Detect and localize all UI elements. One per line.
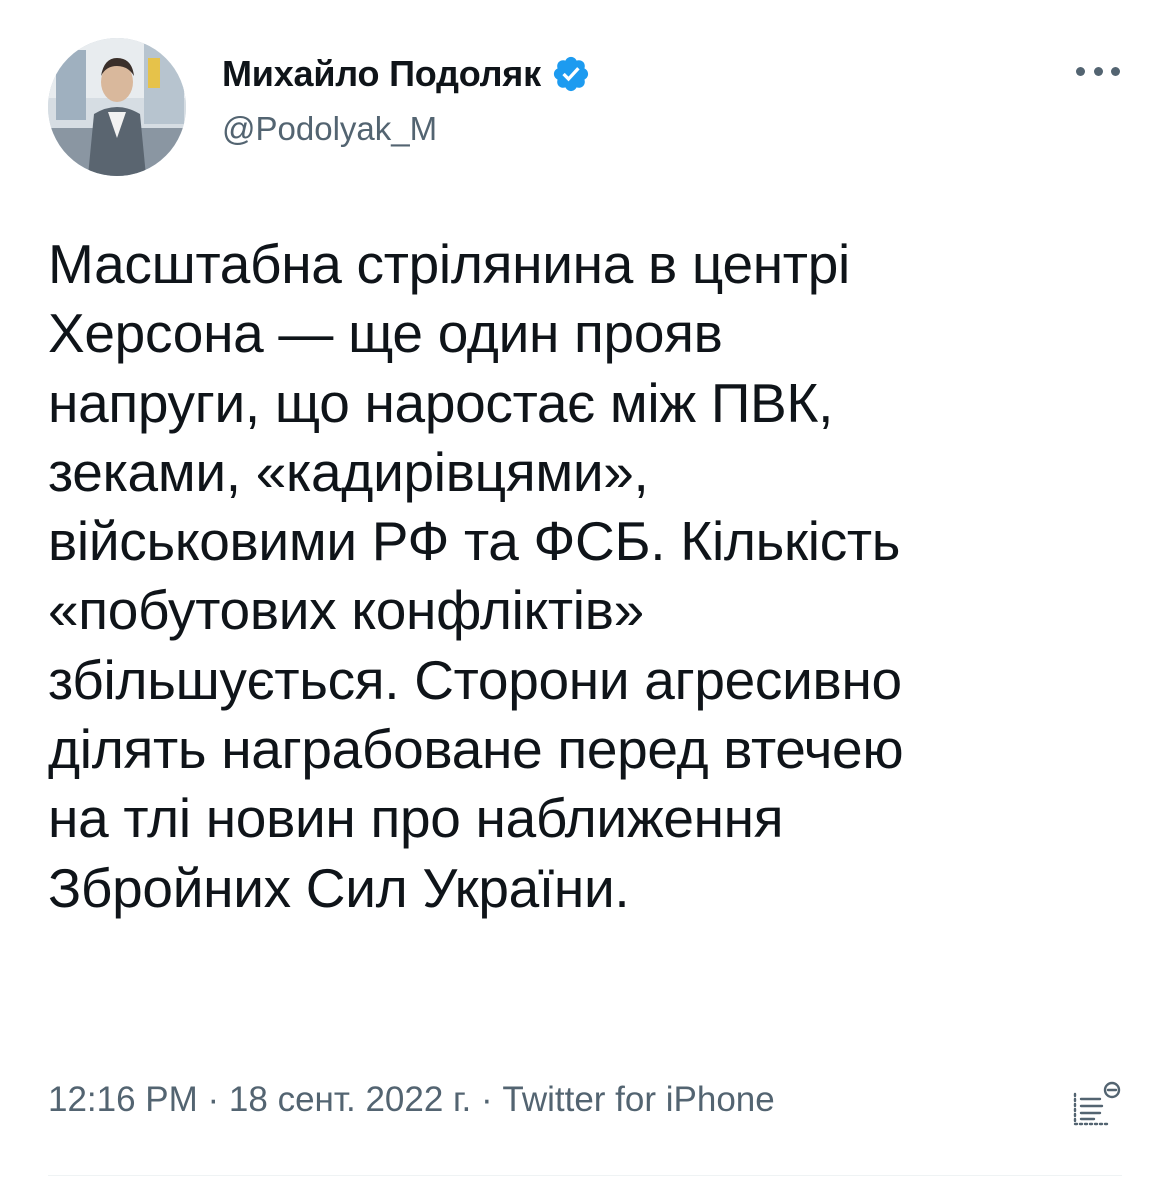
meta-separator: · [197, 1080, 229, 1119]
avatar-photo [48, 38, 186, 176]
more-dots-icon[interactable] [1076, 56, 1120, 86]
tweet-text: Масштабна стрілянина в центрі Херсона — … [48, 230, 1118, 923]
analytics-icon[interactable] [1070, 1080, 1122, 1130]
author-handle[interactable]: @Podolyak_M [222, 110, 437, 148]
tweet-source[interactable]: Twitter for iPhone [502, 1080, 774, 1119]
tweet-text-line: напруги, що наростає між ПВК, [48, 371, 834, 434]
tweet-text-line: зеками, «кадирівцями», [48, 440, 649, 503]
meta-separator: · [471, 1080, 503, 1119]
tweet-text-line: Збройних Сил України. [48, 856, 630, 919]
dot [1076, 66, 1085, 76]
display-name[interactable]: Михайло Подоляк [222, 53, 541, 95]
divider [48, 1175, 1122, 1176]
tweet-text-line: на тлі новин про наближення [48, 787, 784, 850]
tweet-text-line: збільшується. Сторони агресивно [48, 648, 902, 711]
tweet-time[interactable]: 12:16 PM [48, 1080, 198, 1119]
tweet-text-line: ділять награбоване перед втечею [48, 718, 904, 781]
avatar[interactable] [48, 38, 186, 176]
tweet-text-line: Масштабна стрілянина в центрі [48, 233, 850, 295]
dot [1093, 66, 1103, 76]
tweet-text-line: військовими РФ та ФСБ. Кількість [48, 510, 901, 573]
tweet-text-line: Херсона — ще один прояв [48, 302, 723, 365]
tweet-text-line: «побутових конфліктів» [48, 579, 644, 642]
tweet-meta: 12:16 PM · 18 сент. 2022 г. · Twitter fo… [48, 1080, 775, 1120]
tweet-card: Михайло Подоляк @Podolyak_M Масштабна ст… [0, 0, 1170, 1183]
dot [1111, 66, 1120, 76]
author-name-row[interactable]: Михайло Подоляк [222, 52, 591, 96]
tweet-date[interactable]: 18 сент. 2022 г. [229, 1080, 471, 1119]
verified-badge-icon [553, 56, 589, 92]
